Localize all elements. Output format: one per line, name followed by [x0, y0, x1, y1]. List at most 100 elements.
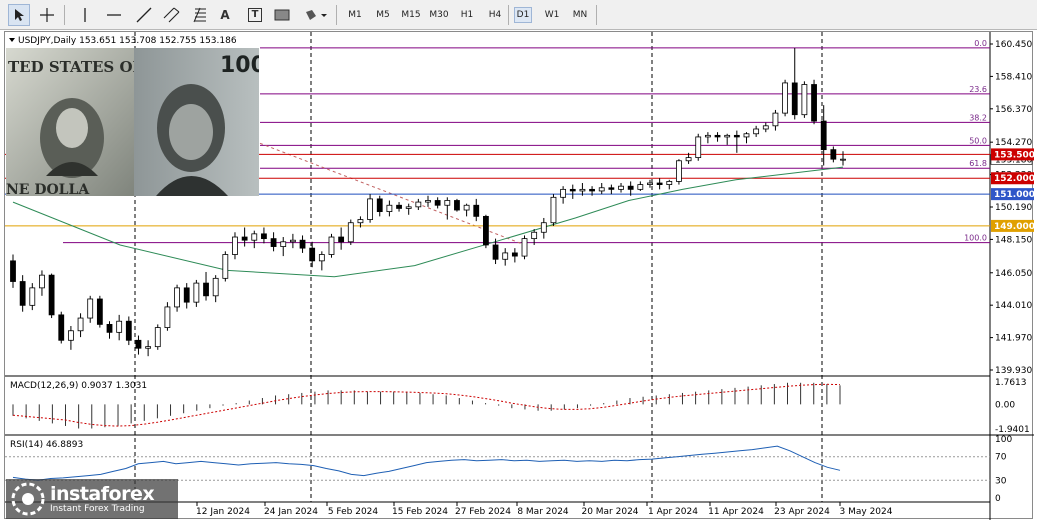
price-axis-label: 139.930 [995, 366, 1032, 376]
instaforex-watermark: instaforex Instant Forex Trading [6, 479, 178, 519]
candle [502, 252, 509, 260]
candle [434, 200, 441, 206]
candle [309, 247, 316, 262]
fibonacci-level-label: 23.6 [969, 85, 987, 94]
timeframe-mn[interactable]: MN [570, 7, 590, 23]
candle [193, 282, 200, 303]
timeframe-m1[interactable]: M1 [346, 7, 364, 23]
candle [521, 238, 528, 257]
fibonacci-level-label: 38.2 [969, 113, 987, 122]
trendline-icon[interactable] [134, 4, 154, 26]
date-axis-label: 8 Mar 2024 [517, 507, 569, 517]
candle [483, 215, 489, 246]
candle [347, 222, 354, 243]
candle [318, 254, 325, 262]
candle [540, 222, 547, 233]
timeframe-h4[interactable]: H4 [486, 7, 504, 23]
price-axis-label: 141.970 [995, 334, 1032, 344]
candle [820, 120, 827, 151]
candle [425, 200, 431, 203]
candle [270, 238, 277, 247]
date-axis-label: 1 Apr 2024 [648, 507, 698, 517]
candle [154, 327, 161, 348]
text-label-icon[interactable]: T [244, 4, 266, 26]
timeframe-w1[interactable]: W1 [542, 7, 562, 23]
rsi-axis-label: 0 [995, 494, 1001, 504]
candle [608, 187, 615, 190]
timeframe-m30[interactable]: M30 [428, 7, 450, 23]
candle [367, 198, 373, 220]
fibonacci-level-label: 61.8 [969, 159, 987, 168]
macd-header: MACD(12,26,9) 0.9037 1.3031 [10, 381, 147, 391]
date-axis-label: 20 Mar 2024 [581, 507, 638, 517]
date-axis-label: 3 May 2024 [840, 507, 893, 517]
fibonacci-level-label: 50.0 [969, 136, 987, 145]
chart-header: USDJPY,Daily 153.651 153.708 152.755 153… [18, 36, 237, 46]
candle [106, 324, 113, 333]
watermark-tagline: Instant Forex Trading [50, 503, 145, 514]
text-icon[interactable]: A [216, 4, 234, 26]
price-tag-label: 151.000 [994, 190, 1034, 200]
timeframe-m15[interactable]: M15 [400, 7, 422, 23]
candle [386, 204, 393, 213]
cursor-icon[interactable] [8, 4, 30, 26]
macd-axis-label: 0.00 [995, 400, 1015, 410]
candle [666, 181, 673, 185]
watermark-brand: instaforex [50, 482, 155, 505]
candle [251, 233, 258, 241]
fibonacci-icon[interactable] [190, 4, 210, 26]
candle [492, 244, 499, 260]
candle [19, 281, 26, 306]
candle [598, 187, 605, 192]
candle [135, 339, 142, 349]
candle [39, 274, 45, 289]
rsi-axis-label: 70 [995, 453, 1007, 463]
price-tag-label: 149.000 [994, 222, 1034, 232]
price-axis-label: 160.450 [995, 40, 1032, 50]
horizontal-line-icon[interactable] [104, 4, 124, 26]
timeframe-m5[interactable]: M5 [374, 7, 392, 23]
candle [569, 188, 576, 192]
shapes-menu-icon[interactable] [302, 4, 330, 26]
text-label-glyph: T [248, 8, 262, 22]
candle [656, 182, 663, 185]
candle [840, 158, 846, 161]
candle [328, 236, 335, 255]
candle [637, 184, 644, 190]
timeframe-d1[interactable]: D1 [514, 7, 532, 23]
timeframe-h1[interactable]: H1 [458, 7, 476, 23]
yen-text: 100 [220, 53, 259, 78]
candle [299, 239, 306, 249]
candle [782, 82, 788, 114]
candle [811, 84, 817, 122]
rectangle-icon[interactable] [272, 4, 292, 26]
macd-axis-label: -1.9401 [995, 425, 1030, 435]
dollar-bottom-text: NE DOLLA [6, 182, 90, 196]
candle [212, 277, 219, 297]
price-tag-label: 152.000 [994, 174, 1034, 184]
candle [376, 198, 383, 213]
fibonacci-level-label: 0.0 [974, 39, 987, 48]
candle [685, 157, 692, 162]
candle [454, 200, 460, 211]
crosshair-icon[interactable] [36, 4, 58, 26]
equidistant-channel-icon[interactable] [162, 4, 182, 26]
candle [164, 306, 171, 328]
fibonacci-level-label: 100.0 [964, 234, 987, 243]
candle [589, 188, 595, 192]
candle [695, 136, 702, 158]
candle [338, 236, 345, 243]
price-axis-label: 146.050 [995, 269, 1032, 279]
date-axis-label: 11 Apr 2024 [708, 507, 764, 517]
rsi-header: RSI(14) 46.8893 [10, 440, 83, 450]
candle [550, 196, 557, 224]
candle [743, 133, 750, 138]
candle [77, 317, 84, 332]
toolbar: A T M1 M5 M15 M30 H1 H4 D1 W1 MN [0, 0, 1037, 30]
candle [647, 182, 653, 185]
candle [405, 206, 412, 209]
candle [772, 112, 779, 127]
candle [618, 185, 624, 190]
candle [531, 231, 538, 240]
vertical-line-icon[interactable] [76, 4, 94, 26]
